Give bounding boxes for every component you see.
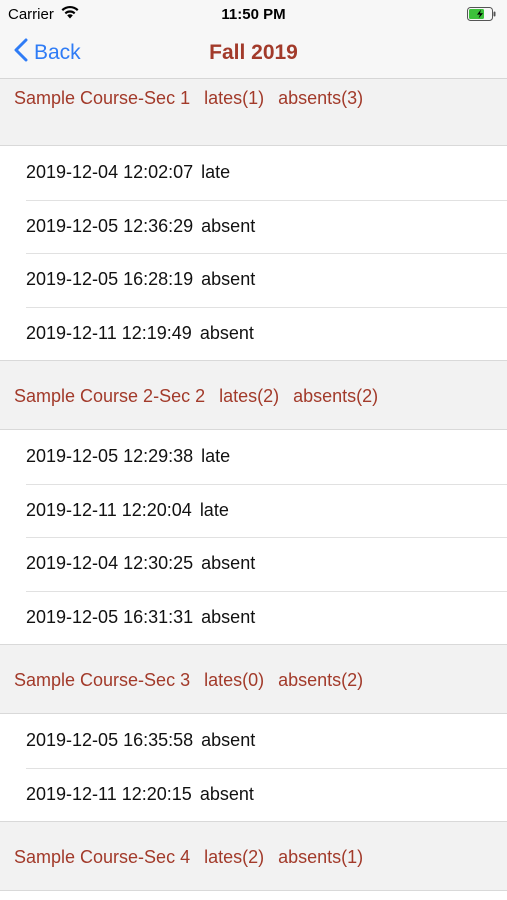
- attendance-row[interactable]: 2019-12-05 12:29:38 late: [0, 430, 507, 484]
- record-status: absent: [199, 322, 254, 343]
- wifi-icon: [60, 5, 80, 23]
- chevron-left-icon: [14, 38, 28, 68]
- lates-count: lates(1): [204, 88, 265, 108]
- record-status: absent: [201, 215, 256, 236]
- course-name: Sample Course-Sec 3: [14, 669, 191, 690]
- section-header-course-1: Sample Course-Sec 1 lates(1) absents(3): [0, 79, 507, 145]
- section-rows-course-3: 2019-12-05 16:35:58 absent 2019-12-11 12…: [0, 713, 507, 822]
- record-timestamp: 2019-12-04 12:02:07: [26, 162, 194, 183]
- attendance-row[interactable]: 2019-12-05 16:28:19 absent: [0, 253, 507, 307]
- record-timestamp: 2019-12-05 12:36:29: [26, 215, 194, 236]
- course-name: Sample Course-Sec 4: [14, 846, 191, 867]
- attendance-row[interactable]: 2019-12-05 16:35:58 absent: [0, 714, 507, 768]
- absents-count: absents(3): [278, 88, 364, 108]
- navigation-bar: Back Fall 2019: [0, 28, 507, 79]
- section-header-course-2: Sample Course 2-Sec 2 lates(2) absents(2…: [0, 361, 507, 429]
- record-status: absent: [201, 269, 256, 290]
- course-name: Sample Course 2-Sec 2: [14, 385, 206, 406]
- back-button[interactable]: Back: [0, 38, 81, 68]
- record-timestamp: 2019-12-11 12:20:04: [26, 499, 192, 520]
- attendance-row[interactable]: 2019-12-11 12:19:49 absent: [0, 306, 507, 361]
- record-timestamp: 2019-12-11 12:19:49: [26, 322, 192, 343]
- battery-charging-icon: [467, 7, 497, 21]
- section-rows-course-4: [0, 890, 507, 900]
- attendance-row[interactable]: 2019-12-11 12:20:15 absent: [0, 767, 507, 822]
- record-status: absent: [201, 606, 256, 627]
- record-timestamp: 2019-12-05 16:31:31: [26, 606, 194, 627]
- carrier-label: Carrier: [8, 5, 54, 23]
- record-timestamp: 2019-12-05 16:28:19: [26, 269, 194, 290]
- record-timestamp: 2019-12-04 12:30:25: [26, 553, 194, 574]
- record-status: absent: [201, 553, 256, 574]
- lates-count: lates(0): [204, 669, 265, 690]
- attendance-row[interactable]: 2019-12-11 12:20:04 late: [0, 483, 507, 538]
- section-rows-course-2: 2019-12-05 12:29:38 late 2019-12-11 12:2…: [0, 429, 507, 645]
- course-name: Sample Course-Sec 1: [14, 88, 191, 108]
- attendance-row[interactable]: 2019-12-04 12:30:25 absent: [0, 537, 507, 591]
- record-timestamp: 2019-12-05 12:29:38: [26, 446, 194, 467]
- absents-count: absents(2): [293, 385, 379, 406]
- absents-count: absents(2): [278, 669, 364, 690]
- record-status: late: [201, 162, 231, 183]
- record-status: absent: [201, 730, 256, 751]
- record-status: absent: [199, 783, 254, 804]
- attendance-list: Sample Course-Sec 1 lates(1) absents(3) …: [0, 79, 507, 900]
- record-status: late: [199, 499, 229, 520]
- screen: Carrier 11:50 PM Back Fall 2019 Sample C…: [0, 0, 507, 900]
- status-left: Carrier: [8, 5, 80, 23]
- attendance-row[interactable]: 2019-12-05 16:31:31 absent: [0, 590, 507, 645]
- attendance-row[interactable]: 2019-12-05 12:36:29 absent: [0, 199, 507, 254]
- lates-count: lates(2): [204, 846, 265, 867]
- attendance-row[interactable]: 2019-12-04 12:02:07 late: [0, 146, 507, 200]
- section-header-course-3: Sample Course-Sec 3 lates(0) absents(2): [0, 645, 507, 713]
- lates-count: lates(2): [219, 385, 280, 406]
- record-status: late: [201, 446, 231, 467]
- section-header-course-4: Sample Course-Sec 4 lates(2) absents(1): [0, 822, 507, 890]
- section-rows-course-1: 2019-12-04 12:02:07 late 2019-12-05 12:3…: [0, 145, 507, 361]
- back-label: Back: [34, 41, 81, 64]
- record-timestamp: 2019-12-11 12:20:15: [26, 783, 192, 804]
- absents-count: absents(1): [278, 846, 364, 867]
- status-bar: Carrier 11:50 PM: [0, 0, 507, 28]
- record-timestamp: 2019-12-05 16:35:58: [26, 730, 194, 751]
